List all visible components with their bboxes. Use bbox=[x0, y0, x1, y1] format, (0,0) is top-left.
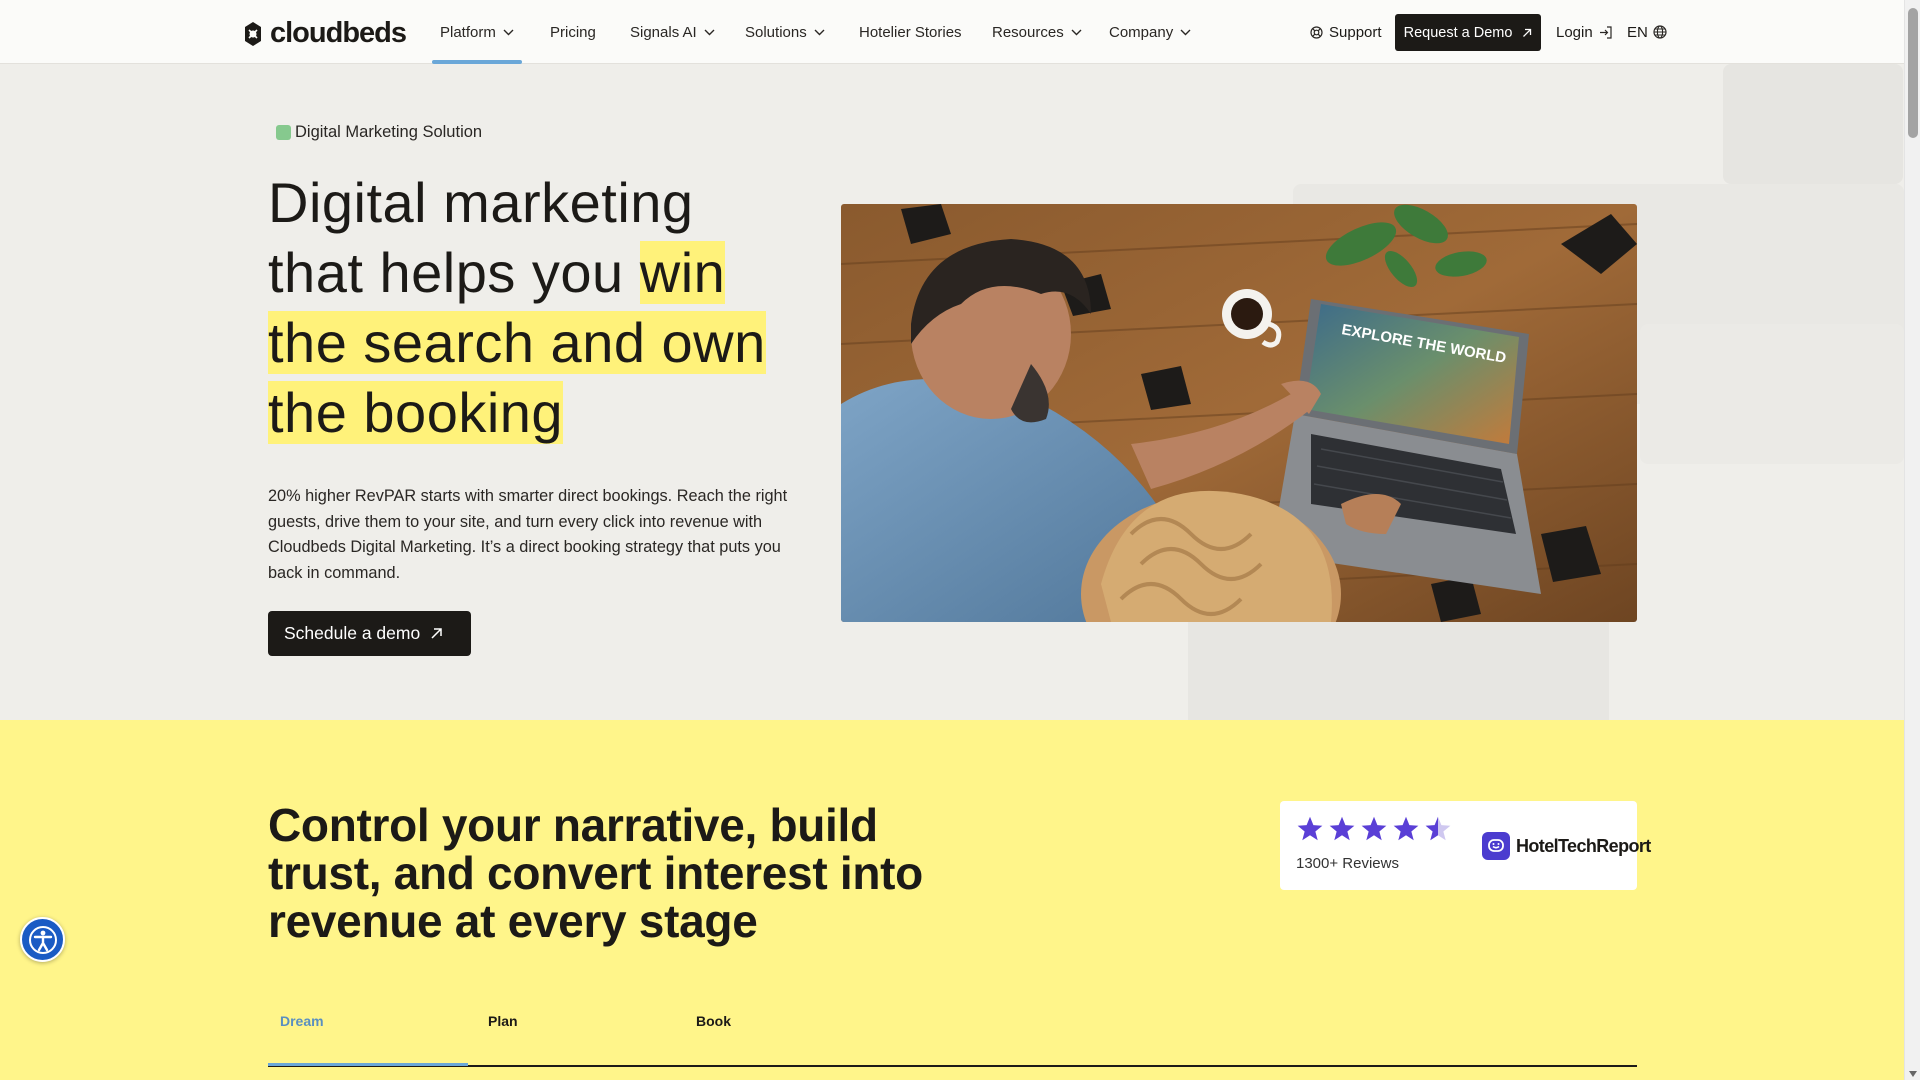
accessibility-button[interactable] bbox=[20, 917, 65, 962]
nav-platform[interactable]: Platform bbox=[432, 0, 522, 64]
hero-section: Digital Marketing Solution Digital marke… bbox=[0, 64, 1904, 720]
nav-label: Signals AI bbox=[630, 23, 697, 41]
nav-label: Pricing bbox=[550, 23, 596, 41]
lifebuoy-icon bbox=[1310, 25, 1323, 39]
star-icon bbox=[1393, 816, 1419, 841]
hero-headline: Digital marketing that helps you win the… bbox=[268, 168, 828, 448]
star-rating bbox=[1296, 815, 1452, 843]
page-scrollbar[interactable] bbox=[1904, 0, 1920, 1080]
headline-highlight-3: the booking bbox=[268, 381, 564, 444]
badge-dot-icon bbox=[276, 125, 291, 140]
nav-company[interactable]: Company bbox=[1109, 0, 1191, 64]
tab-plan[interactable]: Plan bbox=[488, 1013, 518, 1029]
schedule-demo-label: Schedule a demo bbox=[284, 623, 421, 643]
section-title: Control your narrative, build trust, and… bbox=[268, 799, 923, 947]
decorative-block bbox=[1723, 64, 1903, 184]
nav-resources[interactable]: Resources bbox=[992, 0, 1082, 64]
reviews-count: 1300+ Reviews bbox=[1296, 855, 1399, 872]
tab-dream[interactable]: Dream bbox=[280, 1013, 324, 1029]
hoteltechreport-label: HotelTechReport bbox=[1516, 835, 1651, 856]
nav-label: Hotelier Stories bbox=[859, 23, 962, 41]
request-demo-label: Request a Demo bbox=[1403, 24, 1513, 41]
top-navigation: cloudbeds Platform Pricing Signals AI So… bbox=[0, 0, 1904, 64]
active-tab-indicator bbox=[268, 1063, 468, 1066]
headline-highlight-2: the search and own bbox=[268, 311, 766, 374]
support-link[interactable]: Support bbox=[1310, 0, 1382, 64]
nav-solutions[interactable]: Solutions bbox=[745, 0, 825, 64]
nav-pricing[interactable]: Pricing bbox=[550, 0, 596, 64]
accessibility-icon bbox=[28, 925, 57, 954]
nav-label: Solutions bbox=[745, 23, 807, 41]
star-icon bbox=[1329, 816, 1355, 841]
request-demo-button[interactable]: Request a Demo bbox=[1395, 14, 1541, 51]
arrow-up-right-icon bbox=[1523, 28, 1532, 37]
nav-label: Resources bbox=[992, 23, 1064, 41]
login-link[interactable]: Login bbox=[1556, 0, 1612, 64]
hero-image: EXPLORE THE WORLD bbox=[841, 204, 1637, 622]
language-label: EN bbox=[1627, 23, 1648, 41]
login-label: Login bbox=[1556, 23, 1593, 41]
headline-highlight-1: win bbox=[639, 241, 726, 304]
badge-label: Digital Marketing Solution bbox=[295, 123, 483, 141]
chevron-down-icon bbox=[704, 29, 715, 35]
scrollbar-thumb[interactable] bbox=[1908, 8, 1918, 138]
chevron-down-icon bbox=[814, 29, 825, 35]
nav-label: Platform bbox=[440, 23, 496, 41]
tab-book[interactable]: Book bbox=[696, 1013, 731, 1029]
brand-name: cloudbeds bbox=[270, 17, 407, 49]
star-icon bbox=[1297, 816, 1323, 841]
hoteltechreport-logo: HotelTechReport bbox=[1482, 832, 1651, 860]
cloudbeds-logo[interactable]: cloudbeds bbox=[240, 17, 407, 50]
globe-icon bbox=[1653, 25, 1667, 39]
chevron-down-icon bbox=[1071, 29, 1082, 35]
nav-signals-ai[interactable]: Signals AI bbox=[630, 0, 715, 64]
login-icon bbox=[1599, 25, 1612, 39]
narrative-section: Control your narrative, build trust, and… bbox=[0, 720, 1904, 1080]
language-selector[interactable]: EN bbox=[1627, 0, 1667, 64]
rating-card[interactable]: 1300+ Reviews HotelTechReport bbox=[1280, 801, 1651, 890]
headline-line-2: that helps you bbox=[268, 241, 624, 304]
headline-line-1: Digital marketing bbox=[268, 171, 694, 234]
half-star-icon bbox=[1425, 816, 1451, 841]
star-icon bbox=[1361, 816, 1387, 841]
arrow-up-right-icon bbox=[431, 628, 442, 639]
schedule-demo-button[interactable]: Schedule a demo bbox=[268, 611, 471, 656]
chevron-down-icon bbox=[1180, 29, 1191, 35]
chevron-down-icon bbox=[503, 29, 514, 35]
couple-at-laptop-illustration: EXPLORE THE WORLD bbox=[841, 204, 1637, 622]
nav-label: Company bbox=[1109, 23, 1174, 41]
cloudbeds-logo-icon bbox=[245, 21, 261, 46]
stage-tabs: Dream Plan Book bbox=[268, 1003, 1637, 1067]
solution-badge: Digital Marketing Solution bbox=[276, 123, 482, 142]
support-label: Support bbox=[1329, 23, 1382, 41]
scroll-down-arrow-icon[interactable] bbox=[1909, 1071, 1917, 1077]
decorative-block bbox=[1640, 324, 1904, 464]
nav-hotelier-stories[interactable]: Hotelier Stories bbox=[859, 0, 962, 64]
hero-description: 20% higher RevPAR starts with smarter di… bbox=[268, 487, 788, 582]
hoteltechreport-icon bbox=[1482, 832, 1510, 860]
